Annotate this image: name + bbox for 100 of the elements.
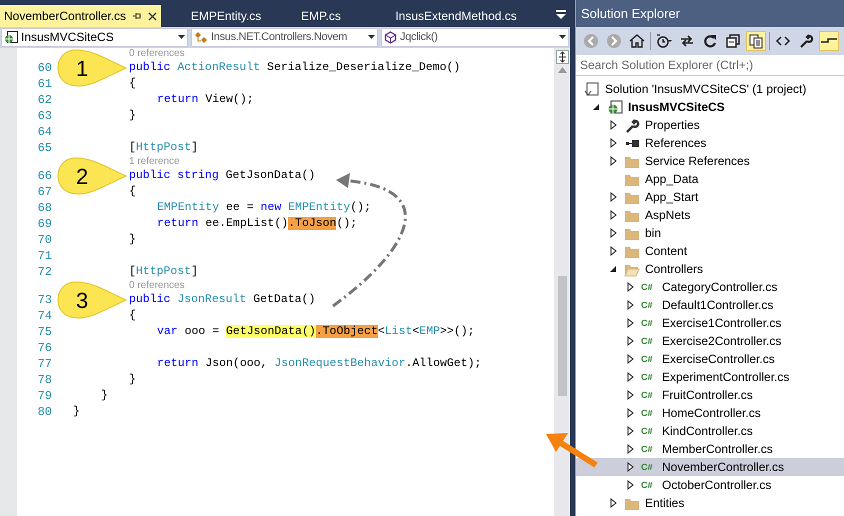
csharp-file-icon: C# [641, 426, 657, 436]
code-line: [HttpPost] [129, 264, 198, 280]
csharp-file-icon: C# [641, 354, 657, 364]
tree-item[interactable]: C# Exercise1Controller.cs [576, 314, 844, 332]
csharp-file-icon: C# [641, 282, 657, 292]
file-tab[interactable]: EMP.cs [291, 5, 392, 27]
line-number: 67 [36, 184, 52, 201]
tree-item[interactable]: Service References [576, 152, 844, 170]
scroll-thumb[interactable] [558, 276, 567, 396]
code-line: { [129, 308, 136, 324]
panel-title: Solution Explorer [576, 0, 844, 27]
line-number: 70 [36, 232, 52, 249]
code-line: { [129, 76, 136, 92]
code-line: return Json(ooo, JsonRequestBehavior.AllowGet); [157, 356, 482, 372]
code-line: { [129, 184, 136, 200]
line-number: 76 [36, 340, 52, 357]
line-number: 71 [36, 248, 52, 265]
tree-item[interactable]: InsusMVCSiteCS [576, 98, 844, 116]
code-line: [HttpPost] [129, 140, 198, 156]
line-number: 64 [36, 124, 52, 141]
tree-item[interactable]: C# FruitController.cs [576, 386, 844, 404]
csharp-file-icon: C# [641, 408, 657, 418]
file-tab[interactable]: NovemberController.cs [0, 5, 162, 27]
class-icon [194, 30, 208, 44]
line-number: 61 [36, 76, 52, 93]
web-project-icon [4, 30, 18, 44]
tree-item[interactable]: C# OctoberController.cs [576, 476, 844, 494]
code-line: public string GetJsonData() [129, 168, 316, 184]
web-project-icon [607, 100, 623, 114]
line-number: 65 [36, 140, 52, 157]
tree-item[interactable]: References [576, 134, 844, 152]
tree-item[interactable]: Entities [576, 494, 844, 512]
line-number: 72 [36, 264, 52, 281]
tree-item[interactable]: C# HomeController.cs [576, 404, 844, 422]
tree-item[interactable]: C# Default1Controller.cs [576, 296, 844, 314]
navigation-dropdown[interactable]: Jqclick() [381, 28, 570, 46]
tree-item[interactable]: C# ExerciseController.cs [576, 350, 844, 368]
code-line: } [101, 388, 108, 404]
csharp-file-icon: C# [641, 390, 657, 400]
csharp-file-icon: C# [641, 336, 657, 346]
tree-item[interactable]: C# Exercise2Controller.cs [576, 332, 844, 350]
preview-icon[interactable] [819, 31, 839, 51]
code-line: public ActionResult Serialize_Deserialize_Demo() [129, 60, 460, 76]
dropdown-caret-icon [178, 35, 185, 39]
line-number: 73 [36, 292, 52, 309]
tree-item[interactable]: C# ExperimentController.cs [576, 368, 844, 386]
navigation-dropdown[interactable]: Insus.NET.Controllers.Novem [191, 28, 378, 46]
line-number: 80 [36, 404, 52, 421]
csharp-file-icon: C# [641, 318, 657, 328]
tree-item[interactable]: AspNets [576, 206, 844, 224]
tree-item[interactable]: C# KindController.cs [576, 422, 844, 440]
tree-item[interactable]: Content [576, 242, 844, 260]
code-line: EMPEntity ee = new EMPEntity(); [157, 200, 371, 216]
file-tab[interactable]: InsusExtendMethod.cs [391, 5, 522, 27]
code-line: } [129, 108, 136, 124]
search-field[interactable]: Search Solution Explorer (Ctrl+;) [576, 55, 844, 76]
line-number: 77 [36, 356, 52, 373]
code-line: return View(); [157, 92, 254, 108]
line-number: 79 [36, 388, 52, 405]
tree-item[interactable]: Solution 'InsusMVCSiteCS' (1 project) [576, 80, 844, 98]
tree-item[interactable]: bin [576, 224, 844, 242]
split-icon[interactable] [556, 50, 569, 64]
method-icon [384, 30, 397, 44]
csharp-file-icon: C# [641, 480, 657, 490]
line-number: 66 [36, 168, 52, 185]
line-number: 74 [36, 308, 52, 325]
code-line: } [129, 232, 136, 248]
tree-item[interactable]: App_Start [576, 188, 844, 206]
navigation-dropdown[interactable]: InsusMVCSiteCS [1, 28, 188, 46]
line-number: 63 [36, 108, 52, 125]
tree-item[interactable]: C# CategoryController.cs [576, 278, 844, 296]
line-number: 78 [36, 372, 52, 389]
line-number: 60 [36, 60, 52, 77]
pin-icon[interactable] [132, 11, 142, 21]
tree-item[interactable]: C# MemberController.cs [576, 440, 844, 458]
tree-item[interactable]: C# NovemberController.cs [576, 458, 844, 476]
csharp-file-icon: C# [641, 300, 657, 310]
callout-bubble: 1 [56, 48, 128, 88]
callout-bubble: 2 [56, 156, 128, 196]
csharp-file-icon: C# [641, 444, 657, 454]
code-line: } [129, 372, 136, 388]
scrollbar[interactable] [554, 48, 570, 516]
wrench-icon [624, 118, 640, 132]
pointer-arrow [546, 433, 598, 468]
code-line: return ee.EmpList().ToJson(); [157, 216, 358, 232]
csharp-file-icon: C# [641, 372, 657, 382]
close-icon[interactable] [148, 12, 158, 20]
line-number: 75 [36, 324, 52, 341]
files-icon[interactable] [746, 31, 766, 51]
line-number: 69 [36, 216, 52, 233]
tree-item[interactable]: Controllers [576, 260, 844, 278]
tree-item[interactable]: Properties [576, 116, 844, 134]
dropdown-caret-icon [559, 35, 566, 39]
tree-item[interactable]: App_Data [576, 170, 844, 188]
file-tab[interactable]: EMPEntity.cs [161, 5, 292, 27]
line-number: 68 [36, 200, 52, 217]
code-line: var ooo = GetJsonData().ToObject<List<EMP>>(); [157, 324, 475, 340]
tab-list-icon[interactable] [556, 10, 566, 19]
solution-icon [584, 82, 600, 96]
csharp-file-icon: C# [641, 462, 657, 472]
